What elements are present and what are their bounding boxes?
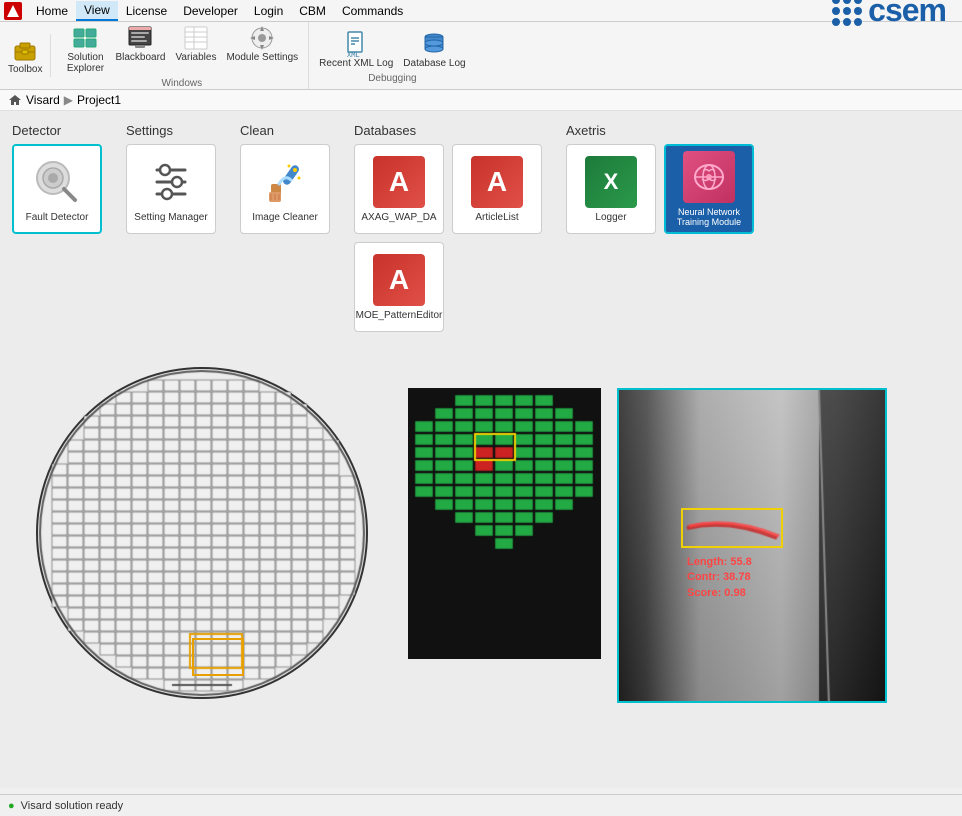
- solution-explorer-label: Solution Explorer: [65, 52, 105, 74]
- databases-row2: A MOE_PatternEditor: [354, 242, 542, 332]
- toolbar: Toolbox Solution Explorer: [0, 22, 962, 90]
- variables-icon: [182, 24, 210, 52]
- articlelist-card[interactable]: A ArticleList: [452, 144, 542, 234]
- breadcrumb: Visard ▶ Project1: [0, 90, 962, 111]
- module-settings-label: Module Settings: [226, 52, 298, 63]
- menu-view[interactable]: View: [76, 1, 118, 21]
- logger-card[interactable]: X Logger: [566, 144, 656, 234]
- module-settings-button[interactable]: Module Settings: [222, 22, 302, 76]
- debugging-group-label: Debugging: [368, 73, 416, 84]
- toolbox-button[interactable]: Toolbox: [4, 34, 51, 77]
- menu-developer[interactable]: Developer: [175, 2, 246, 20]
- setting-manager-icon: [145, 156, 197, 208]
- logger-icon: X: [585, 156, 637, 208]
- fault-detector-label: Fault Detector: [26, 212, 89, 223]
- axag-wap-da-icon: A: [373, 156, 425, 208]
- windows-group-label: Windows: [162, 78, 203, 89]
- breadcrumb-separator: ▶: [64, 93, 73, 107]
- detector-cards: Fault Detector: [12, 144, 102, 234]
- recent-xml-log-button[interactable]: XML Recent XML Log: [315, 28, 397, 71]
- setting-manager-label: Setting Manager: [134, 212, 207, 223]
- articlelist-label: ArticleList: [475, 212, 518, 223]
- settings-section: Settings Setting Mana: [126, 123, 216, 332]
- menubar: Home View License Developer Login CBM Co…: [0, 0, 962, 22]
- breadcrumb-project1[interactable]: Project1: [77, 93, 121, 107]
- neural-network-card[interactable]: Neural Network Training Module: [664, 144, 754, 234]
- app-logo: [4, 2, 22, 20]
- csem-logo-text: csem: [868, 0, 946, 29]
- image-cleaner-card[interactable]: Image Cleaner: [240, 144, 330, 234]
- grid-canvas: [412, 392, 597, 652]
- neural-network-icon: [683, 151, 735, 203]
- databases-section: Databases A AXAG_WAP_DA A: [354, 123, 542, 332]
- settings-cards: Setting Manager: [126, 144, 216, 234]
- toolbox-icon: [11, 36, 39, 64]
- recent-xml-log-label: Recent XML Log: [319, 58, 393, 69]
- menu-cbm[interactable]: CBM: [291, 2, 334, 20]
- status-text: Visard solution ready: [21, 800, 124, 812]
- blackboard-button[interactable]: Blackboard: [111, 22, 169, 76]
- menu-license[interactable]: License: [118, 2, 175, 20]
- main-content: Detector Fault Detector Sett: [0, 111, 962, 788]
- detection-bbox: [681, 508, 783, 548]
- modules-bar: Detector Fault Detector Sett: [12, 123, 950, 332]
- detection-info: Length: 55.8 Contr: 38.78 Score: 0.98: [687, 555, 752, 601]
- svg-text:XML: XML: [347, 51, 360, 58]
- visuals-area: Length: 55.8 Contr: 38.78 Score: 0.98: [12, 348, 950, 721]
- image-cleaner-icon: [259, 156, 311, 208]
- status-icon: ●: [8, 800, 15, 812]
- settings-section-title: Settings: [126, 123, 216, 138]
- moe-patterneditor-card[interactable]: A MOE_PatternEditor: [354, 242, 444, 332]
- variables-button[interactable]: Variables: [172, 22, 221, 76]
- moe-patterneditor-icon: A: [373, 254, 425, 306]
- fault-detector-icon: [31, 156, 83, 208]
- statusbar: ● Visard solution ready: [0, 794, 962, 816]
- wafer-map: [12, 348, 392, 721]
- recent-xml-log-icon: XML: [342, 30, 370, 58]
- breadcrumb-visard[interactable]: Visard: [26, 93, 60, 107]
- detection-image: Length: 55.8 Contr: 38.78 Score: 0.98: [617, 388, 887, 703]
- database-log-icon: [420, 30, 448, 58]
- logger-label: Logger: [595, 212, 626, 223]
- windows-group: Solution Explorer Blackboard: [61, 22, 302, 76]
- neural-network-label: Neural Network Training Module: [672, 207, 746, 227]
- home-icon: [8, 93, 22, 107]
- image-cleaner-label: Image Cleaner: [252, 212, 318, 223]
- blackboard-icon: [126, 24, 154, 52]
- detection-contr: Contr: 38.78: [687, 570, 752, 585]
- articlelist-icon: A: [471, 156, 523, 208]
- clean-section-title: Clean: [240, 123, 330, 138]
- database-log-button[interactable]: Database Log: [399, 28, 469, 71]
- wafer-canvas: [12, 348, 392, 718]
- toolbox-label: Toolbox: [8, 64, 42, 75]
- axetris-section-title: Axetris: [566, 123, 754, 138]
- database-log-label: Database Log: [403, 58, 465, 69]
- detector-section-title: Detector: [12, 123, 102, 138]
- solution-explorer-icon: [71, 24, 99, 52]
- variables-label: Variables: [176, 52, 217, 63]
- csem-dots-icon: [832, 0, 862, 26]
- axetris-cards: X Logger: [566, 144, 754, 234]
- databases-section-title: Databases: [354, 123, 542, 138]
- axag-wap-da-card[interactable]: A AXAG_WAP_DA: [354, 144, 444, 234]
- axetris-section: Axetris X Logger: [566, 123, 754, 332]
- menu-commands[interactable]: Commands: [334, 2, 411, 20]
- green-grid-map: [408, 388, 601, 659]
- module-settings-icon: [248, 24, 276, 52]
- detector-section: Detector Fault Detector: [12, 123, 102, 332]
- blackboard-label: Blackboard: [115, 52, 165, 63]
- clean-cards: Image Cleaner: [240, 144, 330, 234]
- menu-login[interactable]: Login: [246, 2, 291, 20]
- axag-wap-da-label: AXAG_WAP_DA: [361, 212, 436, 223]
- databases-row1: A AXAG_WAP_DA A ArticleList: [354, 144, 542, 234]
- detection-length: Length: 55.8: [687, 555, 752, 570]
- solution-explorer-button[interactable]: Solution Explorer: [61, 22, 109, 76]
- menu-home[interactable]: Home: [28, 2, 76, 20]
- clean-section: Clean: [240, 123, 330, 332]
- setting-manager-card[interactable]: Setting Manager: [126, 144, 216, 234]
- fault-detector-card[interactable]: Fault Detector: [12, 144, 102, 234]
- detection-score: Score: 0.98: [687, 586, 752, 601]
- debugging-group: XML Recent XML Log Database Log: [315, 28, 469, 71]
- moe-patterneditor-label: MOE_PatternEditor: [356, 310, 443, 321]
